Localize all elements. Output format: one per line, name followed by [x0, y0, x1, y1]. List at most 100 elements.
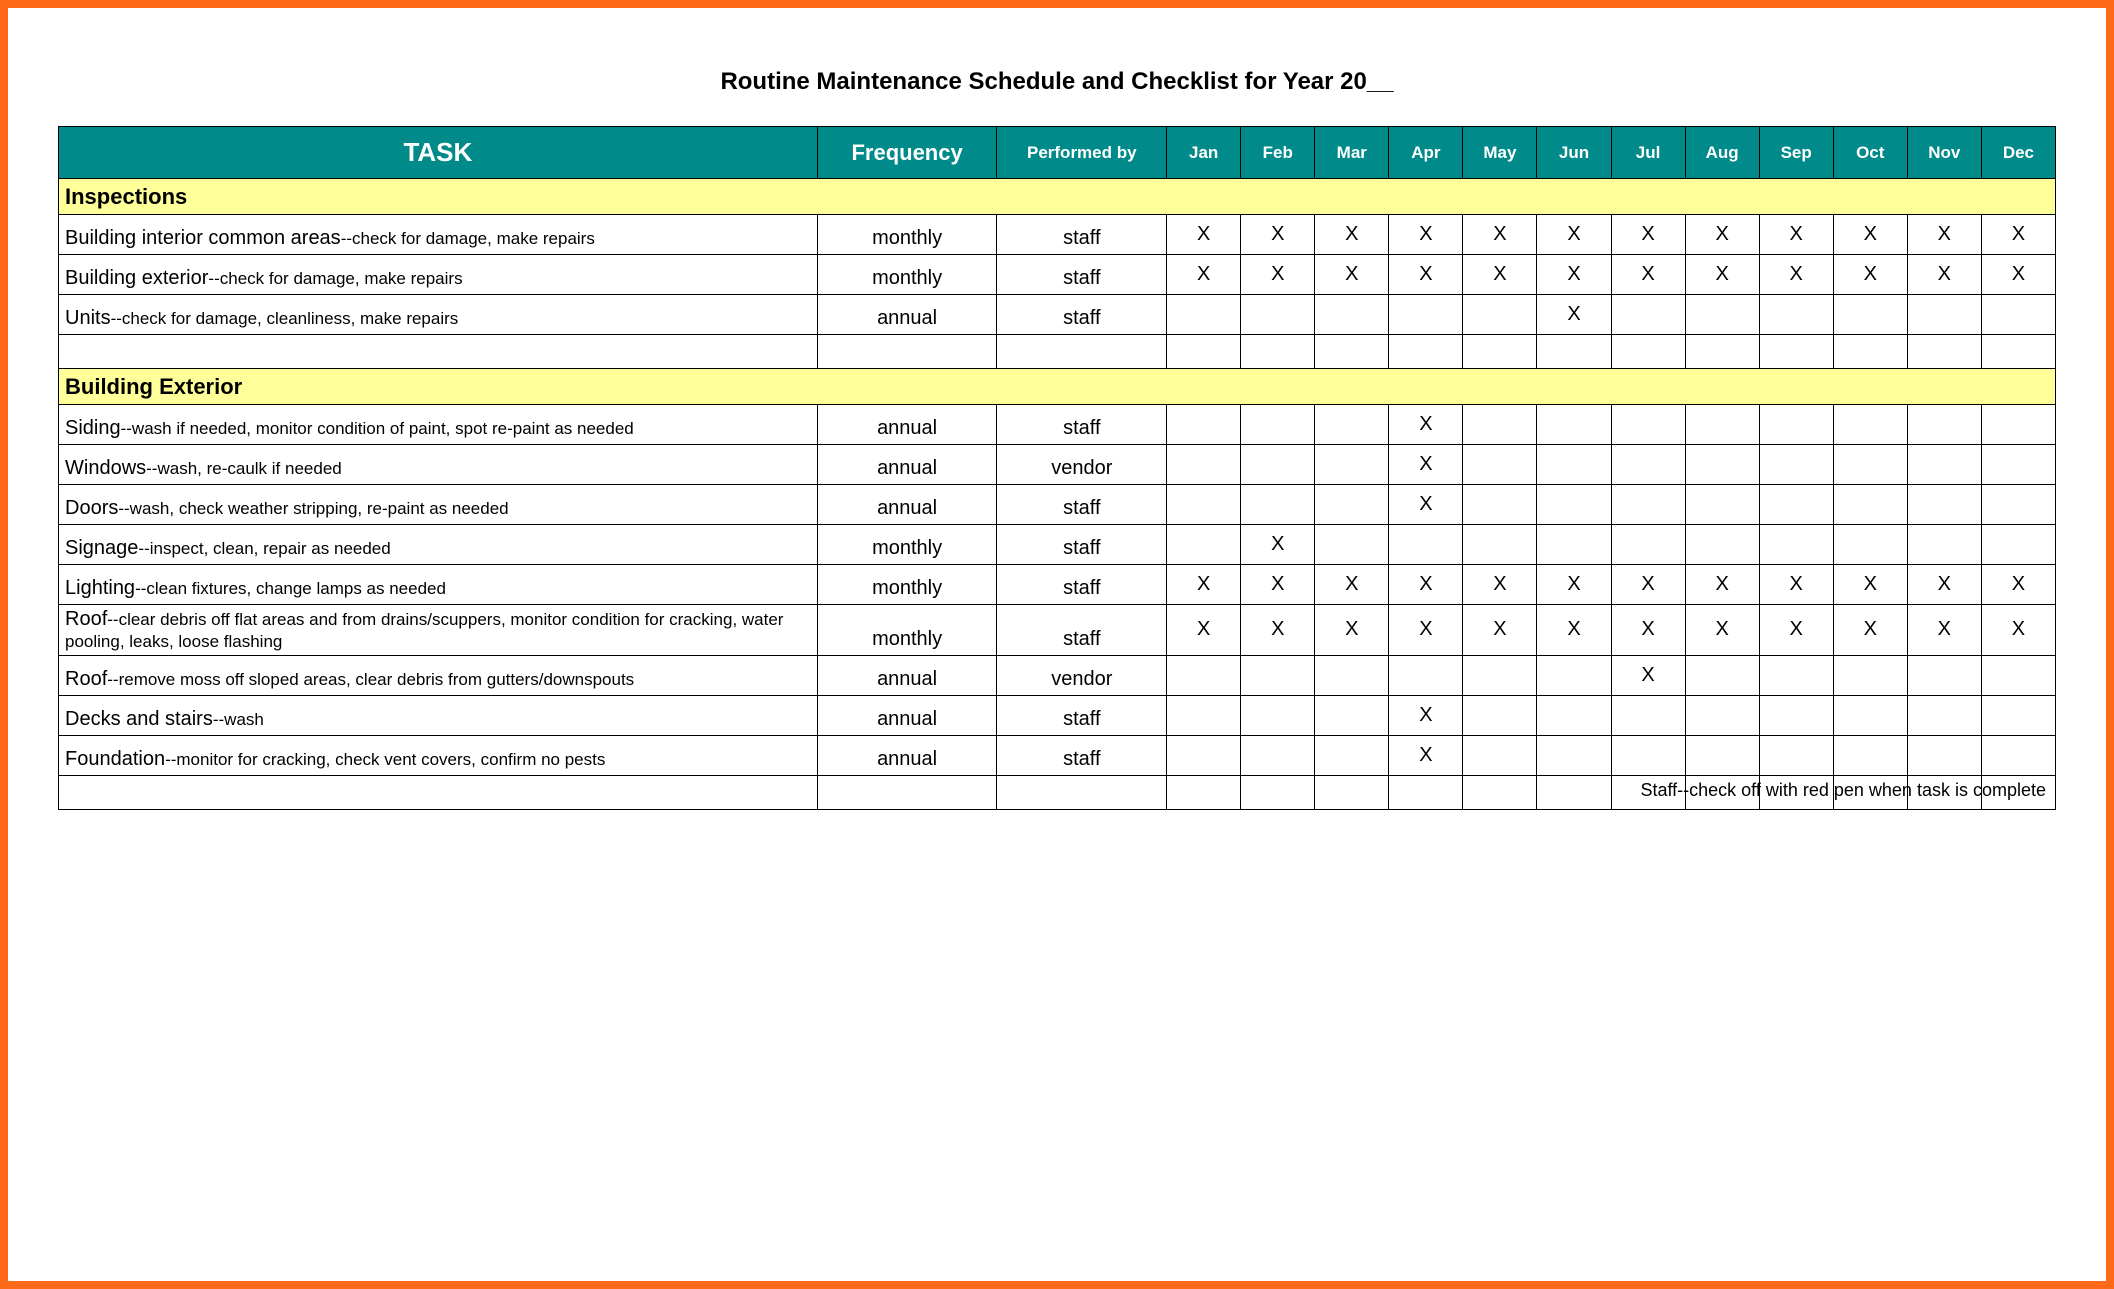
header-performed-by: Performed by	[997, 127, 1167, 179]
performed-by-cell: staff	[997, 295, 1167, 335]
table-row: Signage--inspect, clean, repair as neede…	[59, 525, 2056, 565]
month-cell	[1907, 405, 1981, 445]
empty-cell	[1833, 335, 1907, 369]
month-cell: X	[1167, 565, 1241, 605]
table-row: Doors--wash, check weather stripping, re…	[59, 485, 2056, 525]
month-cell: X	[1833, 565, 1907, 605]
month-cell	[1833, 695, 1907, 735]
header-month: Nov	[1907, 127, 1981, 179]
month-cell	[1463, 445, 1537, 485]
month-cell	[1611, 525, 1685, 565]
header-month: May	[1463, 127, 1537, 179]
month-cell: X	[1611, 215, 1685, 255]
empty-cell	[817, 335, 997, 369]
month-cell	[1685, 735, 1759, 775]
header-month: Mar	[1315, 127, 1389, 179]
empty-cell	[1685, 335, 1759, 369]
performed-by-cell: staff	[997, 565, 1167, 605]
month-cell	[1833, 485, 1907, 525]
month-cell	[1611, 735, 1685, 775]
month-cell: X	[1537, 255, 1611, 295]
empty-cell	[1537, 335, 1611, 369]
month-cell	[1241, 735, 1315, 775]
month-cell	[1759, 735, 1833, 775]
task-name: Windows	[65, 457, 146, 479]
empty-cell	[1241, 775, 1315, 809]
month-cell	[1685, 525, 1759, 565]
frequency-cell: annual	[817, 405, 997, 445]
task-description: --wash, re-caulk if needed	[146, 459, 342, 478]
month-cell	[1981, 405, 2055, 445]
month-cell: X	[1389, 445, 1463, 485]
month-cell	[1611, 445, 1685, 485]
month-cell: X	[1389, 735, 1463, 775]
page-title: Routine Maintenance Schedule and Checkli…	[58, 68, 2056, 96]
task-name: Doors	[65, 497, 118, 519]
month-cell	[1981, 485, 2055, 525]
frequency-cell: annual	[817, 445, 997, 485]
month-cell: X	[1833, 605, 1907, 656]
month-cell: X	[1537, 215, 1611, 255]
month-cell	[1463, 525, 1537, 565]
month-cell: X	[1759, 255, 1833, 295]
month-cell	[1685, 485, 1759, 525]
month-cell: X	[1685, 255, 1759, 295]
table-row: Siding--wash if needed, monitor conditio…	[59, 405, 2056, 445]
month-cell	[1167, 695, 1241, 735]
month-cell	[1241, 405, 1315, 445]
task-name: Siding	[65, 417, 121, 439]
month-cell: X	[1537, 605, 1611, 656]
empty-cell	[1537, 775, 1611, 809]
month-cell	[1315, 485, 1389, 525]
table-row: Decks and stairs--washannualstaffX	[59, 695, 2056, 735]
header-month: Jan	[1167, 127, 1241, 179]
month-cell	[1981, 735, 2055, 775]
task-description: --check for damage, make repairs	[341, 229, 595, 248]
task-name: Foundation	[65, 748, 165, 770]
month-cell	[1611, 695, 1685, 735]
month-cell	[1315, 655, 1389, 695]
month-cell	[1759, 525, 1833, 565]
task-description: --inspect, clean, repair as needed	[138, 539, 390, 558]
task-cell: Roof--clear debris off flat areas and fr…	[59, 605, 818, 656]
month-cell: X	[1463, 215, 1537, 255]
month-cell	[1685, 695, 1759, 735]
task-description: --wash, check weather stripping, re-pain…	[118, 499, 508, 518]
month-cell	[1907, 735, 1981, 775]
task-name: Building exterior	[65, 267, 208, 289]
month-cell	[1537, 735, 1611, 775]
month-cell	[1833, 405, 1907, 445]
month-cell	[1611, 295, 1685, 335]
task-description: --clean fixtures, change lamps as needed	[135, 579, 446, 598]
month-cell	[1167, 525, 1241, 565]
task-description: --remove moss off sloped areas, clear de…	[107, 670, 634, 689]
month-cell: X	[1389, 605, 1463, 656]
month-cell	[1315, 735, 1389, 775]
month-cell	[1463, 405, 1537, 445]
month-cell: X	[1759, 215, 1833, 255]
performed-by-cell: staff	[997, 485, 1167, 525]
task-description: --check for damage, make repairs	[208, 269, 462, 288]
table-row: Lighting--clean fixtures, change lamps a…	[59, 565, 2056, 605]
task-description: --wash	[213, 710, 264, 729]
empty-cell	[1463, 335, 1537, 369]
month-cell: X	[1241, 215, 1315, 255]
month-cell: X	[1981, 255, 2055, 295]
task-name: Lighting	[65, 577, 135, 599]
task-cell: Lighting--clean fixtures, change lamps a…	[59, 565, 818, 605]
month-cell: X	[1907, 215, 1981, 255]
month-cell: X	[1537, 295, 1611, 335]
month-cell	[1167, 405, 1241, 445]
empty-cell	[1759, 335, 1833, 369]
task-cell: Units--check for damage, cleanliness, ma…	[59, 295, 818, 335]
empty-cell	[1907, 335, 1981, 369]
month-cell: X	[1463, 605, 1537, 656]
task-description: --wash if needed, monitor condition of p…	[121, 419, 634, 438]
month-cell: X	[1611, 565, 1685, 605]
month-cell: X	[1389, 215, 1463, 255]
section-header-row: Building Exterior	[59, 369, 2056, 405]
month-cell	[1685, 445, 1759, 485]
month-cell: X	[1981, 565, 2055, 605]
task-cell: Building interior common areas--check fo…	[59, 215, 818, 255]
header-month: Jul	[1611, 127, 1685, 179]
